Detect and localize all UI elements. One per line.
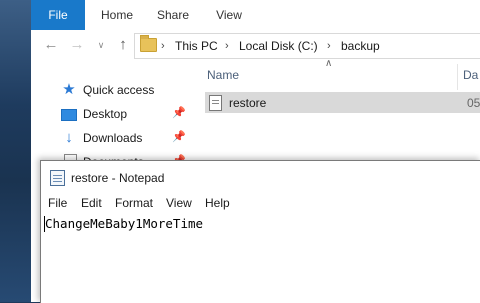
desktop-icon (61, 109, 77, 121)
breadcrumb-separator-icon: › (225, 40, 229, 52)
menu-view[interactable]: View (166, 195, 192, 211)
menu-format[interactable]: Format (115, 195, 153, 211)
star-icon: ★ (62, 81, 76, 98)
column-header-date[interactable]: Da (463, 68, 478, 82)
recent-locations-chevron-icon[interactable]: ∨ (91, 36, 111, 54)
sort-ascending-icon: ∧ (325, 58, 333, 69)
file-row-restore[interactable]: restore 05 (205, 92, 480, 113)
column-divider[interactable] (457, 64, 458, 90)
notepad-text-area[interactable]: ChangeMeBaby1MoreTime (41, 213, 480, 303)
file-name: restore (229, 96, 267, 110)
forward-arrow-icon[interactable]: → (67, 36, 87, 54)
window-title: restore - Notepad (71, 171, 165, 185)
nav-item-desktop[interactable]: Desktop 📌 (31, 103, 189, 125)
back-arrow-icon[interactable]: ← (41, 36, 61, 54)
file-date: 05 (467, 96, 480, 110)
menu-file[interactable]: File (48, 195, 67, 211)
nav-item-label: Desktop (83, 107, 128, 121)
ribbon-tabs: File Home Share View (31, 0, 480, 31)
breadcrumb-backup[interactable]: backup (341, 38, 380, 54)
nav-item-label: Quick access (83, 83, 155, 97)
tab-home[interactable]: Home (97, 0, 137, 30)
folder-icon (140, 35, 157, 52)
text-file-icon (209, 95, 222, 111)
download-icon: ↓ (65, 129, 73, 146)
nav-item-quick-access[interactable]: ★ Quick access (31, 79, 189, 101)
column-header-name[interactable]: Name (207, 68, 239, 82)
desktop-background (0, 0, 31, 302)
nav-item-downloads[interactable]: ↓ Downloads 📌 (31, 127, 189, 149)
address-row: ← → ∨ ↑ › This PC › Local Disk (C:) › ba… (31, 30, 480, 60)
pin-icon[interactable]: 📌 (172, 106, 186, 119)
notepad-titlebar[interactable]: restore - Notepad (41, 161, 480, 193)
menu-help[interactable]: Help (205, 195, 230, 211)
breadcrumb-this-pc[interactable]: This PC (175, 38, 218, 54)
tab-file[interactable]: File (31, 0, 85, 30)
pin-icon[interactable]: 📌 (172, 130, 186, 143)
breadcrumb-separator-icon: › (327, 40, 331, 52)
nav-item-label: Downloads (83, 131, 143, 145)
breadcrumb-separator-icon: › (161, 40, 165, 52)
address-bar[interactable]: › This PC › Local Disk (C:) › backup (134, 33, 480, 59)
breadcrumb-local-disk[interactable]: Local Disk (C:) (239, 38, 318, 54)
notepad-content: ChangeMeBaby1MoreTime (45, 216, 204, 231)
notepad-window: restore - Notepad File Edit Format View … (40, 160, 480, 303)
tab-share[interactable]: Share (153, 0, 193, 30)
tab-view[interactable]: View (211, 0, 247, 30)
notepad-menubar: File Edit Format View Help (41, 193, 480, 213)
up-arrow-icon[interactable]: ↑ (113, 36, 133, 54)
menu-edit[interactable]: Edit (81, 195, 102, 211)
notepad-icon[interactable] (50, 170, 65, 186)
